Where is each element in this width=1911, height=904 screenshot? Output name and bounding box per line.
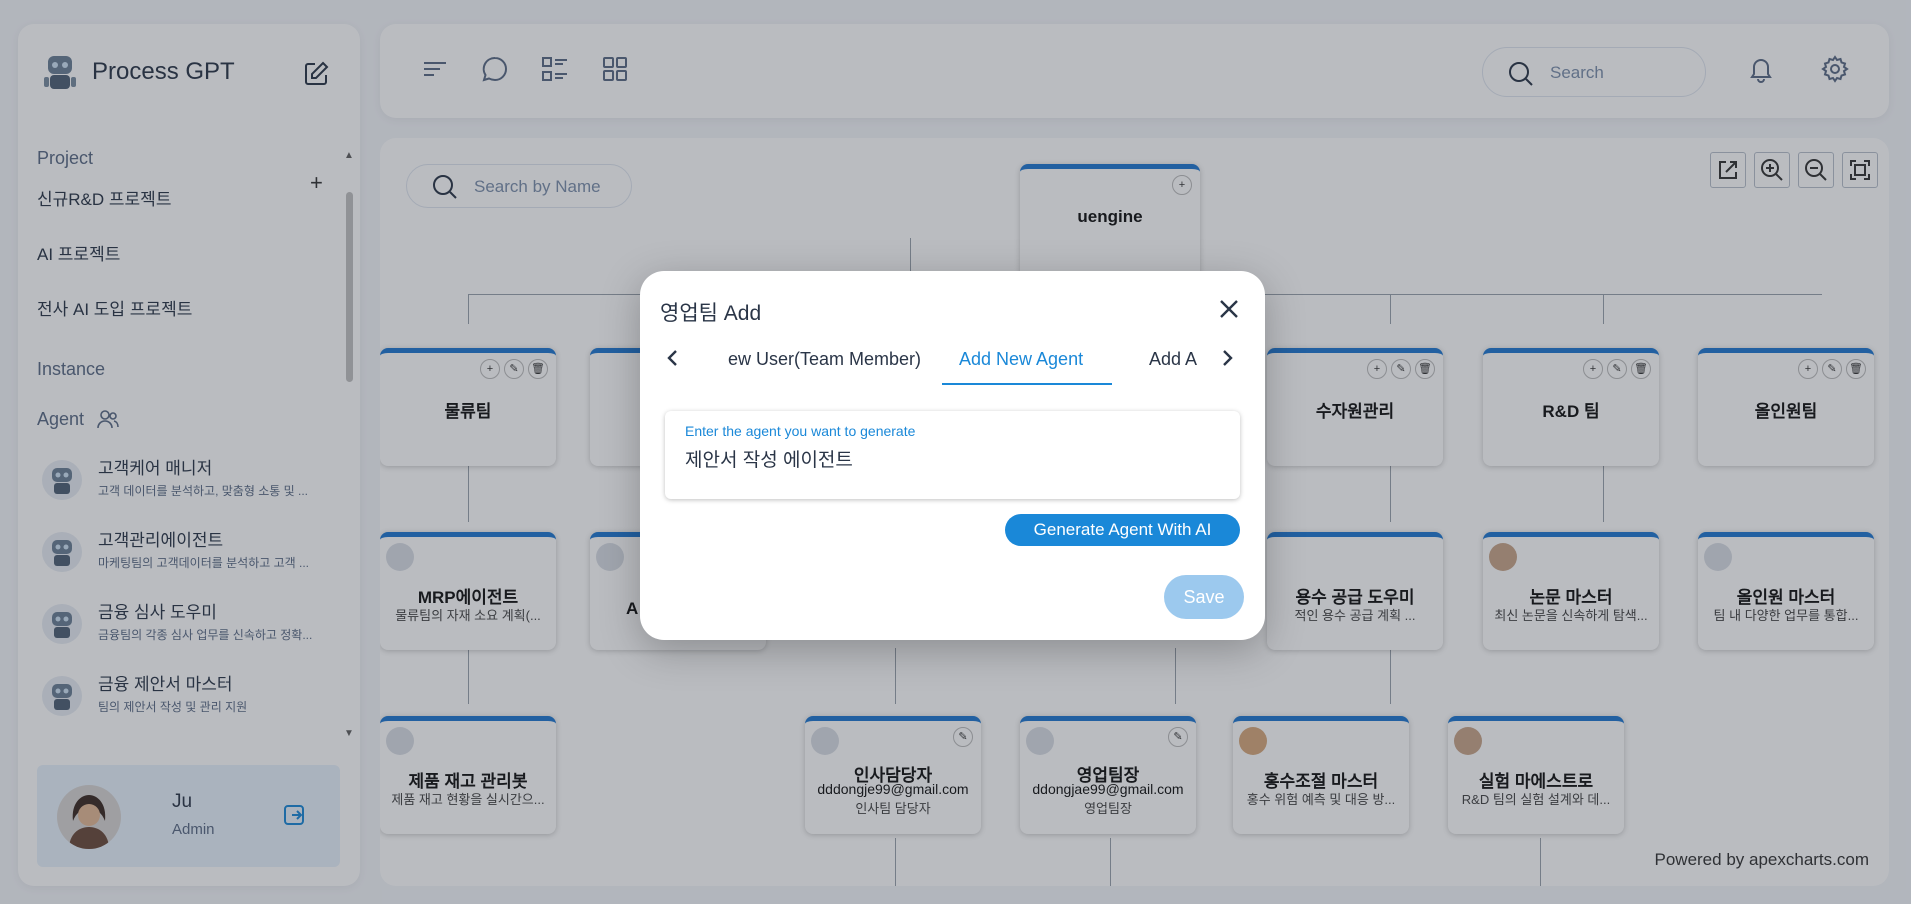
agent-prompt-field[interactable]: Enter the agent you want to generate 제안서…	[665, 411, 1240, 499]
close-icon[interactable]	[1215, 295, 1243, 323]
tab-add-a[interactable]: Add A	[1149, 349, 1197, 370]
chevron-right-icon[interactable]	[1212, 343, 1242, 373]
agent-prompt-value[interactable]: 제안서 작성 에이전트	[685, 445, 853, 472]
save-button[interactable]: Save	[1164, 575, 1244, 619]
tab-new-user[interactable]: ew User(Team Member)	[728, 349, 921, 370]
active-tab-indicator	[942, 383, 1112, 385]
dialog-tabs: ew User(Team Member) Add New Agent Add A	[680, 331, 1220, 389]
generate-agent-button[interactable]: Generate Agent With AI	[1005, 514, 1240, 546]
agent-prompt-label: Enter the agent you want to generate	[685, 423, 916, 439]
dialog-title: 영업팀 Add	[660, 302, 762, 325]
tab-add-new-agent[interactable]: Add New Agent	[959, 349, 1083, 370]
add-team-member-dialog: 영업팀 Add ew User(Team Member) Add New Age…	[640, 271, 1265, 640]
